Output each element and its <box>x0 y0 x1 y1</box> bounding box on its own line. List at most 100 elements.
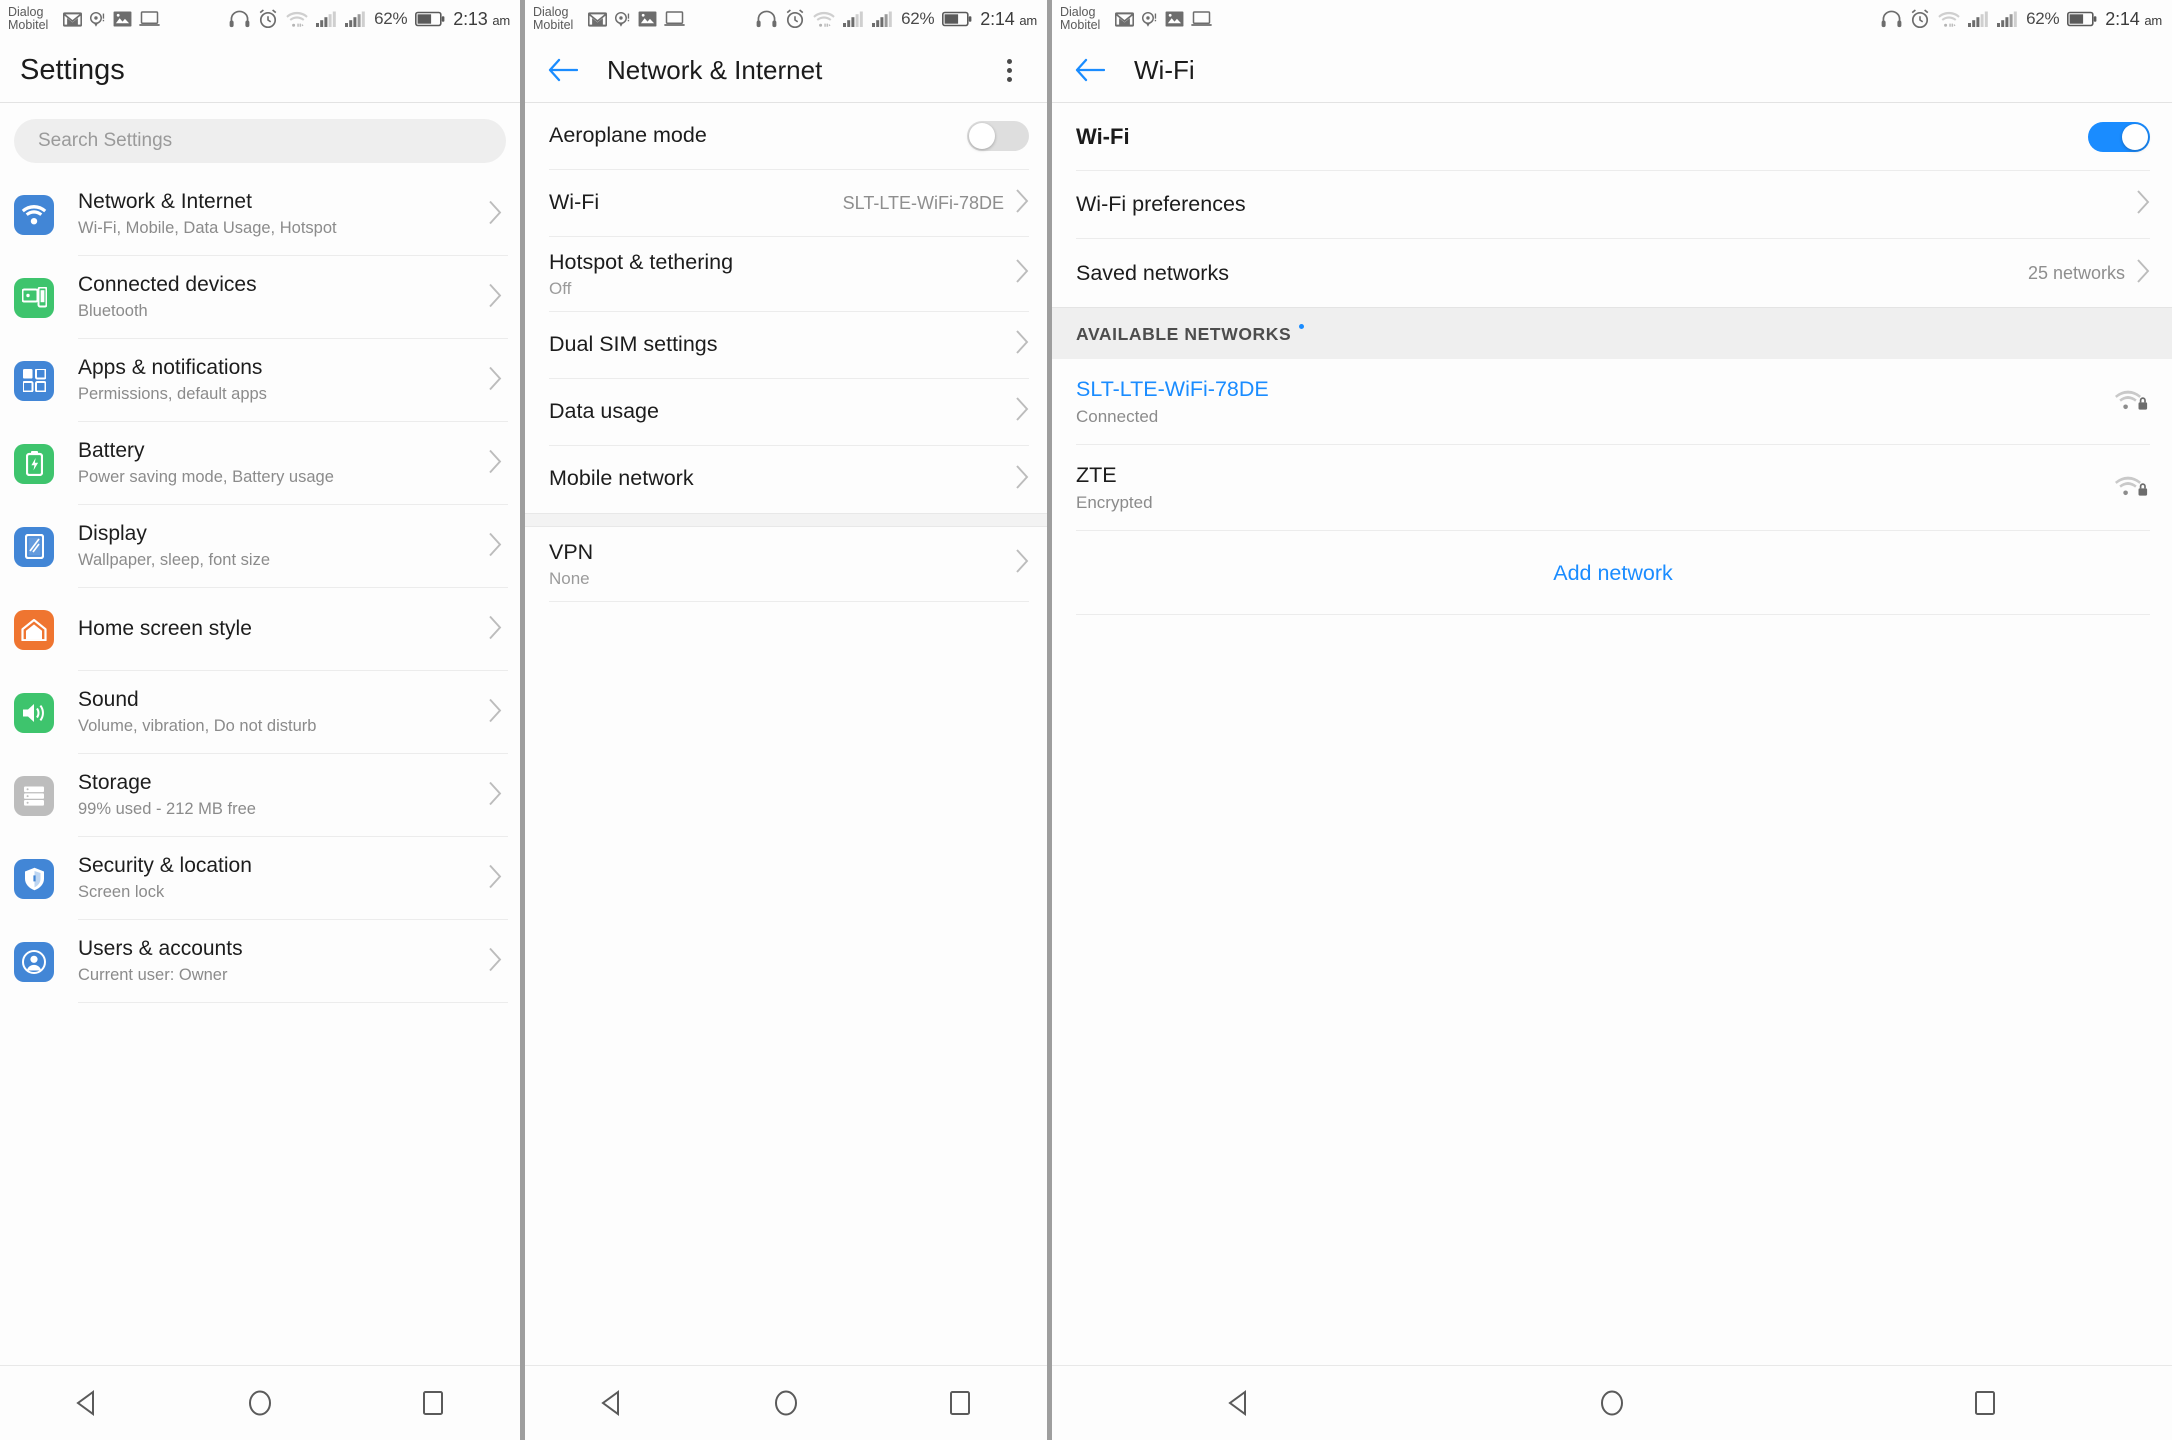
carrier-label: Dialog Mobitel <box>533 4 574 32</box>
sidebar-item-text: Display Wallpaper, sleep, font size <box>78 505 508 588</box>
chevron-right-icon <box>1016 259 1029 288</box>
navigation-bar-3[interactable] <box>1052 1365 2172 1440</box>
wifi-app-bar: Wi-Fi <box>1052 38 2172 103</box>
back-arrow-icon[interactable] <box>1068 48 1112 92</box>
list-item-label: Wi-Fi <box>549 190 600 215</box>
sidebar-item-text: Storage 99% used - 212 MB free <box>78 754 508 837</box>
list-item-text: Aeroplane mode <box>549 122 707 150</box>
network-list[interactable]: Aeroplane mode Wi-Fi SLT-LTE-WiFi-78DE H… <box>525 103 1047 1365</box>
list-item-dual-sim-settings[interactable]: Dual SIM settings <box>525 312 1047 379</box>
nav-recents-icon[interactable] <box>925 1376 995 1431</box>
sidebar-item-battery[interactable]: Battery Power saving mode, Battery usage <box>0 422 520 505</box>
user-icon <box>14 941 54 982</box>
sidebar-item-text: Network & Internet Wi-Fi, Mobile, Data U… <box>78 173 508 256</box>
list-item-text: VPN None <box>549 539 593 589</box>
list-item-label: Wi-Fi preferences <box>1076 192 1246 216</box>
list-item-network-zte[interactable]: ZTE Encrypted <box>1052 445 2172 531</box>
sidebar-item-sublabel: Volume, vibration, Do not disturb <box>78 717 317 736</box>
sound-icon <box>14 692 54 733</box>
panel-wifi: Dialog Mobitel 62% 2:14 am Wi-Fi Wi-Fi W… <box>1052 0 2172 1440</box>
sidebar-item-sublabel: Power saving mode, Battery usage <box>78 468 334 487</box>
list-item-inner: Data usage <box>549 379 1029 446</box>
battery-icon <box>415 11 445 27</box>
sidebar-item-sublabel: Bluetooth <box>78 302 148 321</box>
chevron-right-icon <box>1016 549 1029 578</box>
sidebar-item-apps-notifications[interactable]: Apps & notifications Permissions, defaul… <box>0 339 520 422</box>
sidebar-item-text: Users & accounts Current user: Owner <box>78 920 508 1003</box>
list-item-label: Saved networks <box>1076 260 1229 285</box>
list-item-aeroplane-mode[interactable]: Aeroplane mode <box>525 103 1047 170</box>
list-item-inner: Saved networks 25 networks <box>1076 239 2150 307</box>
clock-ampm: am <box>1019 12 1037 28</box>
sidebar-item-security-location[interactable]: Security & location Screen lock <box>0 837 520 920</box>
nav-home-icon[interactable] <box>225 1376 295 1431</box>
aeroplane-mode-toggle[interactable] <box>967 121 1029 151</box>
sidebar-item-network-internet[interactable]: Network & Internet Wi-Fi, Mobile, Data U… <box>0 173 520 256</box>
search-input[interactable]: Search Settings <box>14 119 506 163</box>
chevron-right-icon <box>489 698 502 727</box>
list-item-label: Mobile network <box>549 466 694 491</box>
list-item-inner: ZTE Encrypted <box>1076 445 2150 531</box>
list-item-label: Dual SIM settings <box>549 331 718 356</box>
nav-back-icon[interactable] <box>577 1376 647 1431</box>
nav-recents-icon[interactable] <box>1950 1376 2020 1431</box>
sidebar-item-users-accounts[interactable]: Users & accounts Current user: Owner <box>0 920 520 1003</box>
sidebar-item-text: Battery Power saving mode, Battery usage <box>78 422 508 505</box>
list-item-wifi[interactable]: Wi-Fi SLT-LTE-WiFi-78DE <box>525 170 1047 237</box>
list-item-saved-networks[interactable]: Saved networks 25 networks <box>1052 239 2172 307</box>
list-item-text: Hotspot & tethering Off <box>549 249 733 299</box>
overflow-menu-icon[interactable] <box>987 48 1031 92</box>
nav-home-icon[interactable] <box>751 1376 821 1431</box>
battery-icon <box>14 443 54 484</box>
status-bar-right-2: 62% 2:14 am <box>756 9 1037 30</box>
panel-settings: Dialog Mobitel 62% 2:13 am Settings Sear… <box>0 0 520 1440</box>
display-icon <box>14 526 54 567</box>
wifi-toggle-label: Wi-Fi <box>1076 123 1130 149</box>
sidebar-item-text: Apps & notifications Permissions, defaul… <box>78 339 508 422</box>
status-clock-1: 2:13 am <box>453 9 510 30</box>
list-item-text: SLT-LTE-WiFi-78DE Connected <box>1076 376 1269 428</box>
sidebar-item-text: Home screen style <box>78 588 508 671</box>
list-item-data-usage[interactable]: Data usage <box>525 379 1047 446</box>
location-alert-icon <box>614 11 631 28</box>
nav-home-icon[interactable] <box>1577 1376 1647 1431</box>
status-bar-left-3: Dialog Mobitel <box>1060 5 1213 32</box>
navigation-bar-2[interactable] <box>525 1365 1047 1440</box>
list-item-wifi-preferences[interactable]: Wi-Fi preferences <box>1052 171 2172 239</box>
nav-recents-icon[interactable] <box>398 1376 468 1431</box>
status-bar-2: Dialog Mobitel 62% 2:14 am <box>525 0 1047 38</box>
gmail-icon <box>588 11 608 27</box>
sidebar-item-home-screen-style[interactable]: Home screen style <box>0 588 520 671</box>
list-item-hotspot-tethering[interactable]: Hotspot & tethering Off <box>525 237 1047 312</box>
signal-sim1-icon <box>316 11 337 28</box>
list-item-inner: Hotspot & tethering Off <box>549 237 1029 312</box>
nav-back-icon[interactable] <box>52 1376 122 1431</box>
wifi-master-toggle-row[interactable]: Wi-Fi <box>1052 103 2172 171</box>
sidebar-item-sound[interactable]: Sound Volume, vibration, Do not disturb <box>0 671 520 754</box>
alarm-icon <box>258 9 278 29</box>
nav-back-icon[interactable] <box>1204 1376 1274 1431</box>
navigation-bar-1[interactable] <box>0 1365 520 1440</box>
wifi-toggle[interactable] <box>2088 121 2150 152</box>
sidebar-item-display[interactable]: Display Wallpaper, sleep, font size <box>0 505 520 588</box>
wifi-list[interactable]: Wi-Fi Wi-Fi preferences Saved networks 2… <box>1052 103 2172 1365</box>
sidebar-item-connected-devices[interactable]: Connected devices Bluetooth <box>0 256 520 339</box>
add-network-button[interactable]: Add network <box>1076 531 2150 615</box>
sidebar-item-label: Apps & notifications <box>78 356 263 380</box>
search-placeholder: Search Settings <box>38 130 173 151</box>
page-title: Network & Internet <box>607 54 823 85</box>
clock-ampm: am <box>492 12 510 28</box>
sidebar-item-storage[interactable]: Storage 99% used - 212 MB free <box>0 754 520 837</box>
list-item-mobile-network[interactable]: Mobile network <box>525 446 1047 513</box>
battery-percent-label: 62% <box>374 9 408 28</box>
list-item-inner: Dual SIM settings <box>549 312 1029 379</box>
list-item-vpn[interactable]: VPN None <box>525 527 1047 602</box>
chevron-right-icon <box>489 864 502 893</box>
list-item-text: Wi-Fi <box>549 189 599 217</box>
back-arrow-icon[interactable] <box>541 48 585 92</box>
list-item-control <box>1016 465 1029 494</box>
settings-list[interactable]: Network & Internet Wi-Fi, Mobile, Data U… <box>0 173 520 1365</box>
chevron-right-icon <box>489 947 502 976</box>
list-item-network-connected[interactable]: SLT-LTE-WiFi-78DE Connected <box>1052 359 2172 445</box>
sidebar-item-sublabel: Wi-Fi, Mobile, Data Usage, Hotspot <box>78 219 337 238</box>
